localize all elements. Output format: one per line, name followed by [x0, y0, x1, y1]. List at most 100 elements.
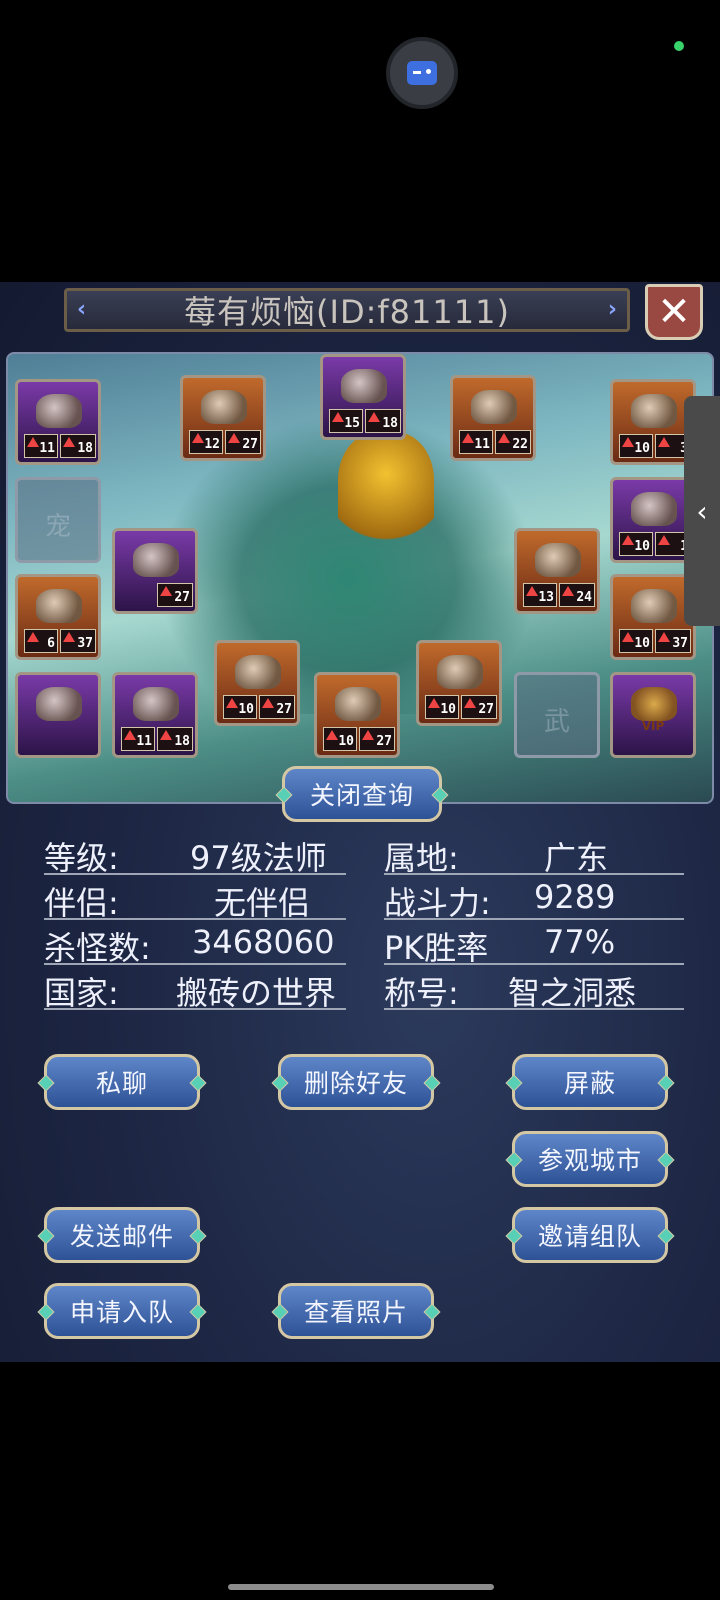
status-indicator-dot: [674, 41, 684, 51]
partner-row: 伴侣: 无伴侣: [44, 878, 346, 922]
home-indicator-bar[interactable]: [228, 1584, 494, 1590]
equipment-item-icon: [437, 655, 483, 689]
equipment-slot-armor[interactable]: [15, 672, 101, 758]
equipment-slot[interactable]: 27: [112, 528, 198, 614]
equipment-slot[interactable]: 15 18: [320, 354, 406, 440]
chevron-left-icon: ‹: [696, 494, 708, 528]
partner-value: 无伴侣: [214, 884, 311, 922]
view-photos-button[interactable]: 查看照片: [278, 1283, 434, 1339]
chevron-left-icon: ‹: [77, 297, 87, 322]
apply-join-team-button[interactable]: 申请入队: [44, 1283, 200, 1339]
refine-level-badge: 10: [425, 695, 459, 719]
private-chat-button[interactable]: 私聊: [44, 1054, 200, 1110]
side-drawer-handle[interactable]: ‹: [684, 396, 720, 626]
level-value: 97级法师: [190, 839, 327, 877]
weapon-slot-glyph: 武: [543, 707, 570, 737]
equipment-item-icon: [335, 687, 381, 721]
pk-row: PK胜率 77%: [384, 923, 684, 967]
pet-slot-glyph: 宠: [44, 512, 71, 542]
vip-label: VIP: [641, 719, 665, 733]
equipment-slot[interactable]: 11 18: [112, 672, 198, 758]
title-bar: ‹ 莓有烦恼(ID:f81111) ›: [64, 288, 630, 332]
weapon-slot-empty[interactable]: 武: [514, 672, 600, 758]
equipment-slot[interactable]: 10 27: [214, 640, 300, 726]
refine-level-badge: 10: [619, 434, 653, 458]
refine-level-badge: 11: [459, 430, 493, 454]
refine-level-badge: 13: [523, 583, 557, 607]
level-row: 等级: 97级法师: [44, 833, 346, 877]
star-level-badge: 18: [60, 434, 96, 458]
player-name-title: 莓有烦恼(ID:f81111): [184, 293, 510, 331]
block-button[interactable]: 屏蔽: [512, 1054, 668, 1110]
region-label: 属地:: [384, 839, 459, 877]
equipment-slot[interactable]: 10 27: [416, 640, 502, 726]
country-label: 国家:: [44, 974, 119, 1012]
power-label: 战斗力:: [384, 884, 491, 922]
close-button[interactable]: ✕: [645, 284, 703, 340]
equipment-item-icon: [36, 394, 82, 428]
pk-label: PK胜率: [384, 929, 489, 967]
refine-level-badge: 10: [619, 532, 653, 556]
send-mail-button[interactable]: 发送邮件: [44, 1207, 200, 1263]
equipment-item-icon: [471, 390, 517, 424]
vip-crown-slot[interactable]: VIP: [610, 672, 696, 758]
close-x-icon: ✕: [657, 289, 691, 335]
equipment-item-icon: [235, 655, 281, 689]
partner-label: 伴侣:: [44, 884, 119, 922]
equipment-item-icon: [36, 589, 82, 623]
level-label: 等级:: [44, 839, 119, 877]
equipment-area: 11 18 12 27 15 18 11 22 10 3 宠 10: [6, 352, 714, 804]
equipment-slot[interactable]: 12 27: [180, 375, 266, 461]
kills-row: 杀怪数: 3468060: [44, 923, 346, 967]
pet-slot-empty[interactable]: 宠: [15, 477, 101, 563]
region-value: 广东: [544, 839, 609, 877]
refine-level-badge: 10: [323, 727, 357, 751]
pk-value: 77%: [544, 923, 616, 961]
armor-item-icon: [36, 687, 82, 721]
country-row: 国家: 搬砖の世界: [44, 968, 346, 1012]
equipment-item-icon: [133, 687, 179, 721]
equipment-slot[interactable]: 6 37: [15, 574, 101, 660]
star-level-badge: 24: [559, 583, 595, 607]
star-level-badge: 27: [461, 695, 497, 719]
title-label: 称号:: [384, 974, 459, 1012]
refine-level-badge: 10: [619, 629, 653, 653]
star-level-badge: 18: [157, 727, 193, 751]
equipment-item-icon: [133, 543, 179, 577]
chevron-right-icon: ›: [607, 297, 617, 322]
star-level-badge: 22: [495, 430, 531, 454]
game-assistant-button[interactable]: [386, 37, 458, 109]
star-level-badge: 27: [359, 727, 395, 751]
player-info-panel: ‹ 莓有烦恼(ID:f81111) › ✕ 11 18 12 27 15 18 …: [0, 282, 720, 1362]
equipment-slot[interactable]: 10 27: [314, 672, 400, 758]
title-row: 称号: 智之洞悉: [384, 968, 684, 1012]
region-row: 属地: 广东: [384, 833, 684, 877]
star-level-badge: 27: [157, 583, 193, 607]
refine-level-badge: 11: [121, 727, 155, 751]
equipment-item-icon: [341, 369, 387, 403]
star-level-badge: 37: [655, 629, 691, 653]
country-value: 搬砖の世界: [176, 974, 337, 1012]
delete-friend-button[interactable]: 删除好友: [278, 1054, 434, 1110]
crown-icon: [631, 687, 677, 721]
equipment-slot[interactable]: 11 22: [450, 375, 536, 461]
power-value: 9289: [534, 878, 616, 916]
character-avatar-image: [338, 432, 434, 552]
invite-team-button[interactable]: 邀请组队: [512, 1207, 668, 1263]
close-query-button[interactable]: 关闭查询: [282, 766, 442, 822]
star-level-badge: 18: [365, 409, 401, 433]
equipment-item-icon: [201, 390, 247, 424]
equipment-item-icon: [631, 394, 677, 428]
equipment-item-icon: [535, 543, 581, 577]
kills-label: 杀怪数:: [44, 929, 151, 967]
gamepad-icon: [407, 61, 437, 85]
equipment-slot[interactable]: 11 18: [15, 379, 101, 465]
kills-value: 3468060: [192, 923, 335, 961]
equipment-slot[interactable]: 13 24: [514, 528, 600, 614]
refine-level-badge: 6: [24, 629, 58, 653]
visit-city-button[interactable]: 参观城市: [512, 1131, 668, 1187]
refine-level-badge: 15: [329, 409, 363, 433]
equipment-item-icon: [631, 492, 677, 526]
star-level-badge: 27: [225, 430, 261, 454]
refine-level-badge: 11: [24, 434, 58, 458]
